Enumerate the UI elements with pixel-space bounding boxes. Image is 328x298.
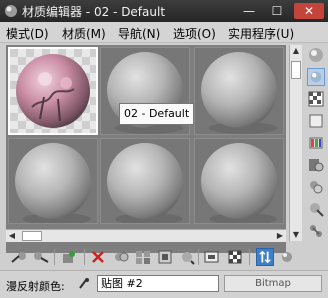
get-material-icon[interactable] (10, 248, 28, 266)
minimize-button[interactable]: — (238, 3, 260, 19)
scroll-down-arrow-icon[interactable]: ▼ (290, 229, 302, 241)
material-editor-window: 材质编辑器 - 02 - Default — ☐ ✕ 模式(D) 材质(M) 导… (0, 0, 328, 298)
go-to-parent-icon[interactable] (226, 248, 244, 266)
material-sphere-preview (201, 52, 277, 134)
show-map-in-viewport-icon[interactable] (178, 248, 196, 266)
toolbar-separator (84, 249, 85, 265)
map-name-row: 漫反射颜色: 贴图 #2 Bitmap (0, 270, 328, 298)
reset-map-icon[interactable] (89, 248, 107, 266)
scroll-left-arrow-icon[interactable]: ◀ (6, 230, 18, 242)
sample-uv-tiling-icon[interactable] (307, 112, 325, 130)
vertical-scrollbar[interactable]: ▲ ▼ (289, 45, 302, 241)
eyedropper-picker-icon[interactable] (78, 277, 90, 290)
close-button[interactable]: ✕ (294, 3, 324, 19)
title-bar: 材质编辑器 - 02 - Default — ☐ ✕ (0, 0, 328, 22)
map-type-button[interactable]: Bitmap (224, 275, 322, 292)
backlight-icon[interactable] (307, 68, 325, 86)
material-toolbar (0, 244, 300, 270)
window-title: 材质编辑器 - 02 - Default (22, 5, 166, 19)
select-by-material-icon[interactable] (307, 200, 325, 218)
map-name-input[interactable]: 贴图 #2 (97, 275, 219, 292)
menu-mode[interactable]: 模式(D) (6, 25, 49, 42)
menu-navigation[interactable]: 导航(N) (118, 25, 160, 42)
sample-slots-area (6, 45, 286, 253)
sample-slot-3[interactable] (194, 47, 284, 135)
property-label: 漫反射颜色: (6, 280, 65, 293)
options-icon[interactable] (307, 178, 325, 196)
sample-slot-6[interactable] (194, 138, 284, 224)
material-sphere-preview (15, 143, 91, 223)
right-tool-sidebar (303, 42, 328, 250)
material-id-channel-icon[interactable] (156, 248, 174, 266)
horizontal-scroll-thumb[interactable] (22, 231, 42, 241)
menu-bar: 模式(D) 材质(M) 导航(N) 选项(O) 实用程序(U) (0, 22, 328, 43)
maximize-button[interactable]: ☐ (266, 3, 288, 19)
sample-slot-5[interactable] (100, 138, 190, 224)
menu-options[interactable]: 选项(O) (173, 25, 216, 42)
sample-type-icon[interactable] (307, 46, 325, 64)
show-end-result-icon[interactable] (203, 248, 221, 266)
slot-tooltip: 02 - Default (119, 103, 195, 125)
assign-to-selection-icon[interactable] (60, 248, 78, 266)
scroll-right-arrow-icon[interactable]: ▶ (274, 230, 286, 242)
material-sphere-preview (107, 143, 183, 223)
material-sphere-preview (10, 49, 96, 133)
make-unique-icon[interactable] (112, 248, 130, 266)
put-to-library-icon[interactable] (134, 248, 152, 266)
material-editor-app-icon (5, 5, 17, 17)
video-color-check-icon[interactable] (307, 134, 325, 152)
sample-slot-4[interactable] (8, 138, 98, 224)
background-checker-icon[interactable] (307, 90, 325, 108)
toolbar-separator (54, 249, 55, 265)
sample-slot-1[interactable] (8, 47, 98, 135)
menu-material[interactable]: 材质(M) (62, 25, 106, 42)
toolbar-separator (249, 249, 250, 265)
material-options-icon[interactable] (278, 248, 296, 266)
menu-utilities[interactable]: 实用程序(U) (228, 25, 294, 42)
material-sphere-preview (201, 143, 277, 223)
put-to-scene-icon[interactable] (32, 248, 50, 266)
make-preview-icon[interactable] (307, 156, 325, 174)
go-forward-to-sibling-icon[interactable] (256, 248, 274, 266)
scroll-up-arrow-icon[interactable]: ▲ (290, 45, 302, 57)
horizontal-scrollbar[interactable]: ◀ ▶ (6, 229, 286, 242)
toolbar-separator (198, 249, 199, 265)
vertical-scroll-thumb[interactable] (291, 61, 301, 79)
material-map-navigator-icon[interactable] (307, 222, 325, 240)
